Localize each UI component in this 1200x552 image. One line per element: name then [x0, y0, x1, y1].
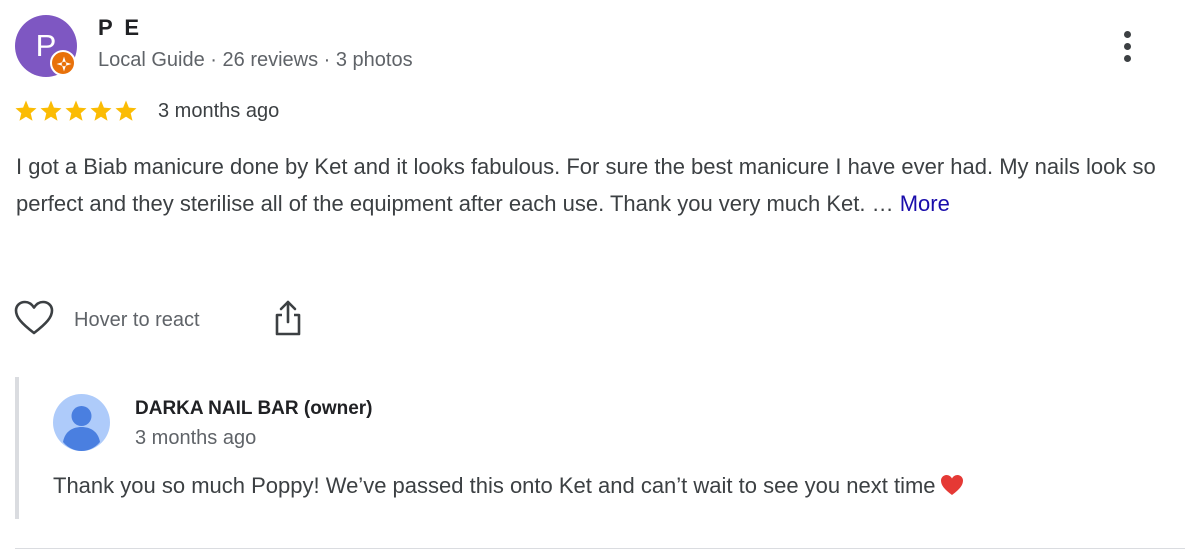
review-date: 3 months ago	[158, 100, 280, 122]
reviewer-name[interactable]: P E	[98, 15, 142, 41]
star-rating	[14, 99, 139, 125]
owner-response-text: Thank you so much Poppy! We’ve passed th…	[53, 473, 936, 498]
star-icon	[89, 99, 113, 123]
react-label: Hover to react	[74, 308, 200, 331]
star-icon	[39, 99, 63, 123]
share-button[interactable]	[272, 298, 304, 338]
react-button[interactable]: Hover to react	[14, 300, 200, 340]
owner-response-date: 3 months ago	[135, 427, 257, 449]
divider	[15, 548, 1185, 549]
review-text: I got a Biab manicure done by Ket and it…	[16, 148, 1166, 222]
owner-response: DARKA NAIL BAR (owner) 3 months ago Than…	[15, 377, 1185, 519]
more-link[interactable]: More	[900, 191, 950, 216]
star-icon	[64, 99, 88, 123]
review-body: I got a Biab manicure done by Ket and it…	[16, 154, 1156, 216]
more-vert-icon[interactable]	[1112, 28, 1144, 66]
local-guide-badge-icon	[50, 50, 76, 76]
owner-response-text-line: Thank you so much Poppy! We’ve passed th…	[53, 473, 1173, 499]
share-icon	[272, 300, 304, 342]
heart-outline-icon	[14, 300, 54, 341]
star-icon	[14, 99, 38, 123]
star-icon	[114, 99, 138, 123]
review-card: P P E Local Guide · 26 reviews · 3 photo…	[0, 0, 1200, 552]
red-heart-icon	[940, 474, 964, 496]
reviewer-meta: Local Guide · 26 reviews · 3 photos	[98, 49, 413, 71]
owner-name: DARKA NAIL BAR (owner)	[135, 398, 373, 419]
default-profile-icon	[53, 394, 110, 451]
